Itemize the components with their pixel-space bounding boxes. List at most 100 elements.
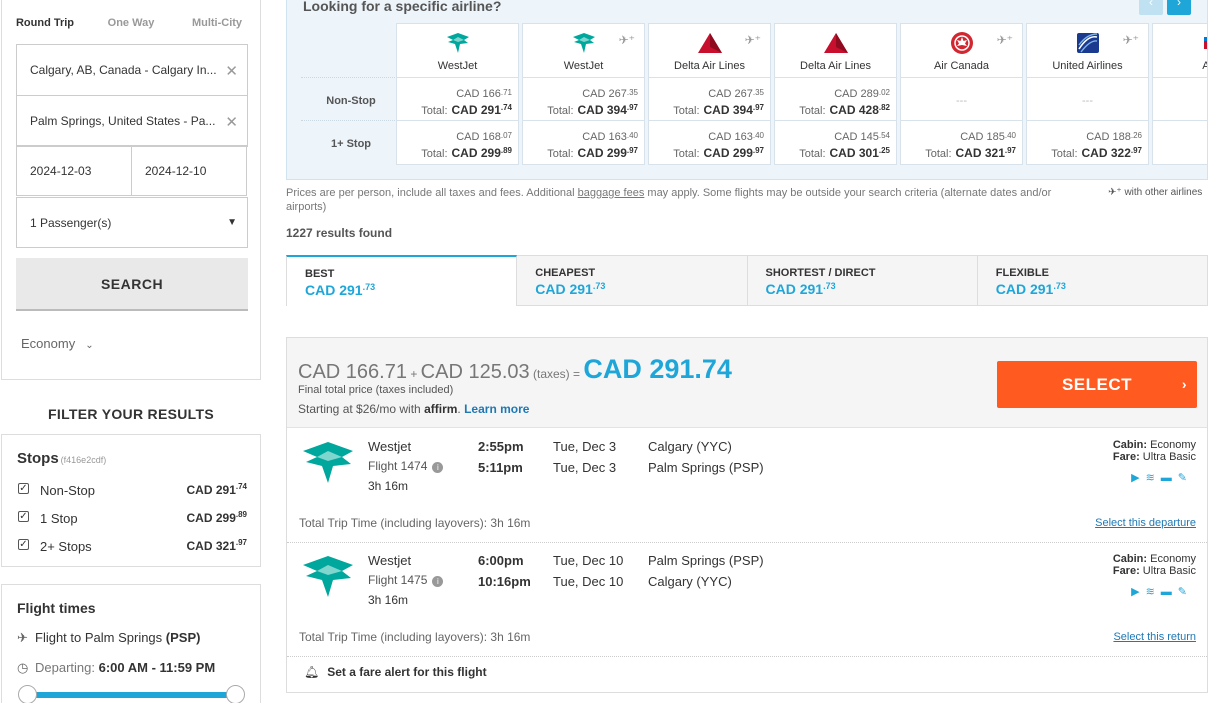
- arrival-time: 10:16pm: [478, 574, 531, 589]
- base-price-main: CAD 166: [456, 88, 501, 100]
- price-cell-nonstop[interactable]: CAD 166.71 Total: CAD 291.74: [397, 78, 518, 121]
- cabin-select[interactable]: Economy ⌄: [21, 336, 94, 351]
- tab-one-way[interactable]: One Way: [88, 0, 174, 45]
- multi-airline-icon: ✈⁺: [996, 33, 1013, 47]
- price-cell-1-stop[interactable]: CAD 163.40 Total: CAD 299.97: [523, 121, 644, 164]
- checkbox[interactable]: ✓: [18, 483, 29, 494]
- sort-tab-cheapest[interactable]: CHEAPEST CAD 291.73: [517, 255, 748, 306]
- price-disclaimer: Prices are per person, include all taxes…: [286, 186, 1076, 214]
- price-cell-nonstop[interactable]: CAD 267.35 Total: CAD 394.97: [649, 78, 770, 121]
- select-button[interactable]: SELECT ›: [997, 361, 1197, 408]
- stop-option-nonstop[interactable]: ✓ Non-Stop CAD 291.74: [17, 482, 247, 502]
- total-price-main: CAD 301: [829, 146, 879, 160]
- total-price-main: CAD 291: [451, 103, 501, 117]
- base-price-main: CAD 188: [1086, 131, 1131, 143]
- total-price-cents: .89: [500, 146, 512, 155]
- departing-slider-track[interactable]: [28, 692, 238, 698]
- cabin-info: Cabin: Economy: [1113, 439, 1196, 451]
- destination-field[interactable]: Palm Springs, United States - Pa... ✕: [16, 95, 248, 147]
- matrix-next-button[interactable]: ›: [1167, 0, 1191, 15]
- passengers-select[interactable]: 1 Passenger(s) ▼: [16, 197, 248, 248]
- tab-round-trip[interactable]: Round Trip: [2, 0, 88, 45]
- info-icon[interactable]: i: [432, 462, 444, 473]
- total-trip-time: Total Trip Time (including layovers): 3h…: [299, 516, 531, 530]
- sort-tab-price-cents: .73: [592, 281, 606, 291]
- base-price: CAD 188.26: [1086, 131, 1142, 143]
- slider-max-handle[interactable]: [226, 685, 245, 703]
- origin-field[interactable]: Calgary, AB, Canada - Calgary In... ✕: [16, 44, 248, 96]
- stop-option-2-plus[interactable]: ✓ 2+ Stops CAD 321.97: [17, 538, 247, 558]
- stop-option-1-stop[interactable]: ✓ 1 Stop CAD 299.89: [17, 510, 247, 530]
- airline-column[interactable]: WestJet CAD 166.71 Total: CAD 291.74 CAD 168…: [396, 23, 519, 165]
- airline-header[interactable]: United Airlines ✈⁺: [1027, 24, 1148, 78]
- tab-multi-city[interactable]: Multi-City: [174, 0, 260, 45]
- price-cell-nonstop[interactable]: CAD 289.02 Total: CAD 428.82: [775, 78, 896, 121]
- wifi-icon[interactable]: ≋: [1146, 586, 1161, 598]
- clear-origin-icon[interactable]: ✕: [225, 62, 238, 80]
- bell-icon: 🔔︎: [304, 665, 320, 679]
- checkbox[interactable]: ✓: [18, 511, 29, 522]
- cabin-value: Economy: [21, 336, 76, 351]
- airline-header[interactable]: Air Canada ✈⁺: [901, 24, 1022, 78]
- price-cell-1-stop[interactable]: CAD 145.54 Total: CAD 301.25: [775, 121, 896, 164]
- fare-alert-link[interactable]: 🔔︎ Set a fare alert for this flight: [304, 665, 487, 679]
- price-cell-nonstop[interactable]: CAD 267.35 Total: CAD 394.97: [523, 78, 644, 121]
- airline-column[interactable]: Ame --- Total:: [1152, 23, 1207, 165]
- slider-min-handle[interactable]: [18, 685, 37, 703]
- airline-header[interactable]: WestJet ✈⁺: [523, 24, 644, 78]
- select-departure-link[interactable]: Select this departure: [1095, 517, 1196, 529]
- checkbox[interactable]: ✓: [18, 539, 29, 550]
- airline-column[interactable]: WestJet ✈⁺ CAD 267.35 Total: CAD 394.97 CAD 1…: [522, 23, 645, 165]
- airline-header[interactable]: Delta Air Lines: [775, 24, 896, 78]
- total-price-cents: .97: [752, 103, 764, 112]
- price-cell-1-stop[interactable]: CAD 168.07 Total: CAD 299.89: [397, 121, 518, 164]
- price-cell-1-stop[interactable]: CAD 163.40 Total: CAD 299.97: [649, 121, 770, 164]
- sort-tab-label: BEST: [305, 268, 335, 280]
- select-return-link[interactable]: Select this return: [1113, 631, 1196, 643]
- sort-tab-best[interactable]: BEST CAD 291.73: [286, 255, 518, 306]
- clear-destination-icon[interactable]: ✕: [225, 113, 238, 131]
- total-label: Total:: [799, 148, 826, 160]
- departure-time: 2:55pm: [478, 439, 524, 454]
- row-divider: [301, 120, 401, 121]
- return-date-field[interactable]: 2024-12-10: [131, 145, 247, 196]
- sort-tab-flexible[interactable]: FLEXIBLE CAD 291.73: [977, 255, 1208, 306]
- matrix-prev-button[interactable]: ‹: [1139, 0, 1163, 15]
- entertainment-icon[interactable]: ▶: [1131, 472, 1145, 484]
- base-price: CAD 166.71: [456, 88, 512, 100]
- entertainment-icon[interactable]: ▶: [1131, 586, 1145, 598]
- search-button[interactable]: SEARCH: [16, 258, 248, 311]
- power-icon[interactable]: ▬: [1161, 472, 1178, 484]
- airline-header[interactable]: WestJet: [397, 24, 518, 78]
- departing-value: 6:00 AM - 11:59 PM: [98, 660, 216, 675]
- food-icon[interactable]: ✎: [1178, 586, 1193, 598]
- flight-number: Flight 1475 i: [368, 573, 444, 587]
- info-icon[interactable]: i: [432, 576, 444, 587]
- food-icon[interactable]: ✎: [1178, 472, 1193, 484]
- airline-column[interactable]: United Airlines ✈⁺ --- CAD 188.26 Total: CAD …: [1026, 23, 1149, 165]
- times-destination: ✈ Flight to Palm Springs (PSP): [17, 630, 200, 646]
- learn-more-link[interactable]: Learn more: [464, 402, 529, 416]
- base-price-cents: .40: [626, 131, 638, 140]
- airline-header[interactable]: Ame: [1153, 24, 1207, 78]
- airline-column[interactable]: Delta Air Lines ✈⁺ CAD 267.35 Total: CAD 394…: [648, 23, 771, 165]
- price-cell-1-stop[interactable]: CAD 188.26 Total: CAD 322.97: [1027, 121, 1148, 164]
- flight-times-title: Flight times: [17, 600, 96, 616]
- united-logo-icon: [1075, 31, 1101, 55]
- chevron-right-icon: ›: [1181, 376, 1187, 392]
- row-divider: [301, 77, 401, 78]
- airline-column[interactable]: Air Canada ✈⁺ --- CAD 185.40 Total: CAD 321.9…: [900, 23, 1023, 165]
- airline-column[interactable]: Delta Air Lines CAD 289.02 Total: CAD 428.8…: [774, 23, 897, 165]
- wifi-icon[interactable]: ≋: [1146, 472, 1161, 484]
- arrival-date: Tue, Dec 10: [553, 574, 624, 589]
- destination-value: Palm Springs, United States - Pa...: [30, 114, 216, 128]
- price-cell-1-stop[interactable]: Total:: [1153, 121, 1207, 164]
- airline-header[interactable]: Delta Air Lines ✈⁺: [649, 24, 770, 78]
- depart-date-field[interactable]: 2024-12-03: [16, 145, 132, 196]
- baggage-fees-link[interactable]: baggage fees: [578, 187, 645, 199]
- sort-tab-shortest[interactable]: SHORTEST / DIRECT CAD 291.73: [747, 255, 978, 306]
- power-icon[interactable]: ▬: [1161, 586, 1178, 598]
- price-cell-1-stop[interactable]: CAD 185.40 Total: CAD 321.97: [901, 121, 1022, 164]
- price-cell-nonstop: ---: [901, 78, 1022, 121]
- trip-type-tabs: Round Trip One Way Multi-City: [2, 0, 260, 45]
